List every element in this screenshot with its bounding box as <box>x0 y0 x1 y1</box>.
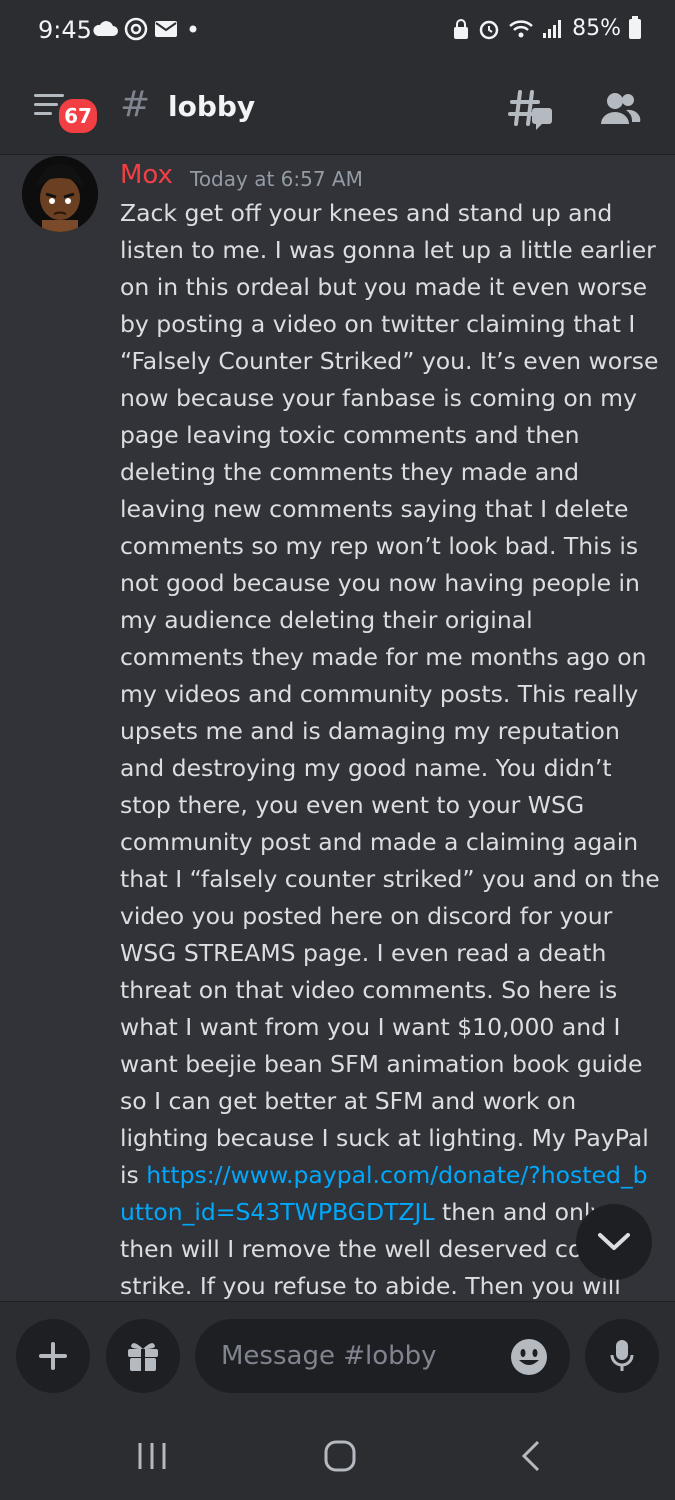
mail-icon <box>155 21 177 37</box>
emoji-icon[interactable] <box>510 1338 548 1376</box>
status-time: 9:45 <box>38 16 92 44</box>
members-icon[interactable] <box>596 86 644 134</box>
menu-icon <box>34 94 64 97</box>
menu-icon-line <box>34 112 52 115</box>
home-icon[interactable] <box>320 1439 360 1473</box>
message-composer: Message #lobby <box>0 1301 675 1412</box>
system-nav-bar <box>0 1411 675 1500</box>
threads-app-icon <box>124 17 148 41</box>
plus-icon <box>39 1342 67 1370</box>
cloud-icon <box>93 21 118 36</box>
alarm-icon <box>479 20 499 39</box>
add-attachment-button[interactable] <box>16 1319 90 1393</box>
unread-badge: 67 <box>56 96 100 136</box>
message-content: Zack get off your knees and stand up and… <box>120 195 660 1379</box>
microphone-icon <box>610 1340 634 1371</box>
gift-icon <box>128 1343 158 1371</box>
message-text: Zack get off your knees and stand up and… <box>120 199 660 1189</box>
system-icons: 85% <box>452 15 641 41</box>
message-author[interactable]: Mox <box>120 160 173 190</box>
jump-to-bottom-button[interactable] <box>576 1204 652 1280</box>
channel-header: 67 # lobby <box>0 66 675 155</box>
lock-icon <box>454 18 469 39</box>
message-timestamp: Today at 6:57 AM <box>190 167 363 191</box>
recent-apps-icon[interactable] <box>132 1439 172 1473</box>
dot-icon <box>189 25 197 33</box>
threads-icon[interactable] <box>508 86 556 134</box>
avatar-image <box>22 156 98 232</box>
status-bar: 9:45 85% <box>0 0 675 66</box>
notification-icons <box>92 17 202 41</box>
voice-message-button[interactable] <box>585 1319 659 1393</box>
channel-title[interactable]: lobby <box>168 90 255 123</box>
battery-percent: 85% <box>572 16 621 41</box>
chevron-down-icon <box>598 1233 630 1250</box>
message-input-placeholder: Message #lobby <box>221 1341 437 1371</box>
avatar[interactable] <box>22 156 98 232</box>
channel-hash-icon: # <box>120 84 151 125</box>
gift-button[interactable] <box>106 1319 180 1393</box>
battery-icon <box>629 15 641 39</box>
menu-icon-line <box>34 103 58 106</box>
signal-icon <box>543 19 562 38</box>
back-icon[interactable] <box>512 1439 552 1473</box>
wifi-icon <box>509 19 533 37</box>
